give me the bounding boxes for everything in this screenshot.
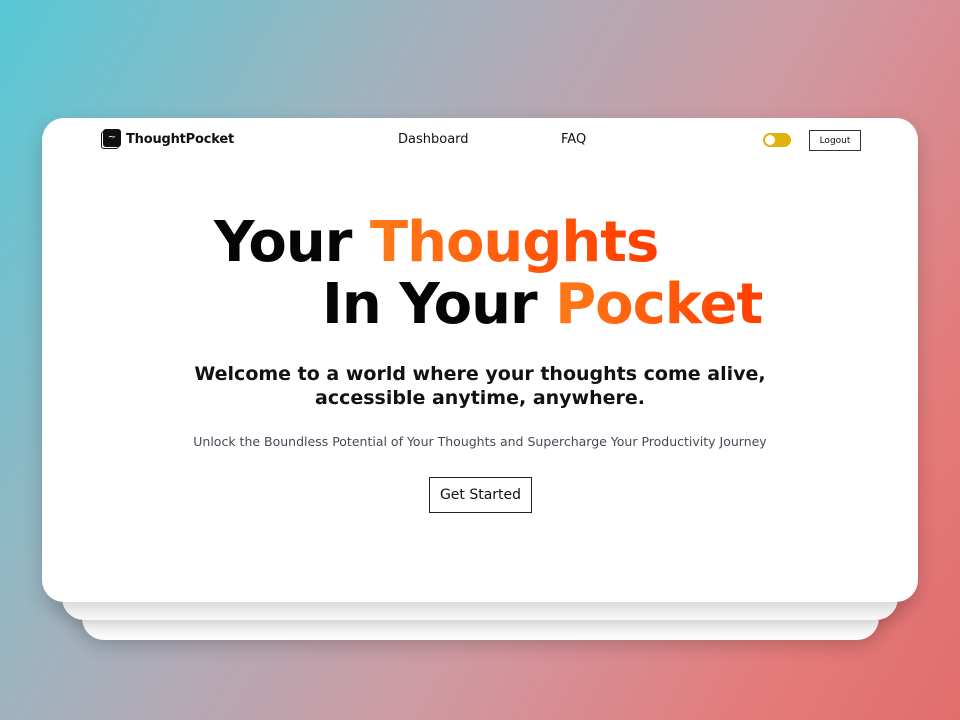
headline-accent-text: Thoughts bbox=[369, 210, 659, 275]
welcome-line-1: Welcome to a world where your thoughts c… bbox=[194, 363, 766, 385]
hero-headline-line-1: Your Thoughts bbox=[214, 210, 659, 275]
welcome-text: Welcome to a world where your thoughts c… bbox=[42, 362, 918, 410]
main-card: ~ ThoughtPocket Dashboard FAQ Logout You… bbox=[42, 118, 918, 602]
headline-plain-text: Your bbox=[214, 210, 370, 275]
logout-button[interactable]: Logout bbox=[809, 130, 861, 151]
headline-plain-text: In Your bbox=[322, 272, 556, 337]
theme-toggle[interactable] bbox=[763, 133, 791, 147]
notebook-icon: ~ bbox=[101, 129, 121, 149]
welcome-line-2: accessible anytime, anywhere. bbox=[315, 387, 645, 409]
nav-dashboard-link[interactable]: Dashboard bbox=[398, 132, 469, 147]
headline-accent-text: Pocket bbox=[555, 272, 763, 337]
get-started-button[interactable]: Get Started bbox=[429, 477, 532, 513]
hero-headline-line-2: In Your Pocket bbox=[322, 272, 763, 337]
toggle-knob bbox=[765, 135, 775, 145]
brand-name: ThoughtPocket bbox=[126, 131, 234, 147]
brand[interactable]: ~ ThoughtPocket bbox=[101, 129, 234, 149]
nav-faq-link[interactable]: FAQ bbox=[561, 132, 586, 147]
tagline: Unlock the Boundless Potential of Your T… bbox=[193, 434, 767, 449]
